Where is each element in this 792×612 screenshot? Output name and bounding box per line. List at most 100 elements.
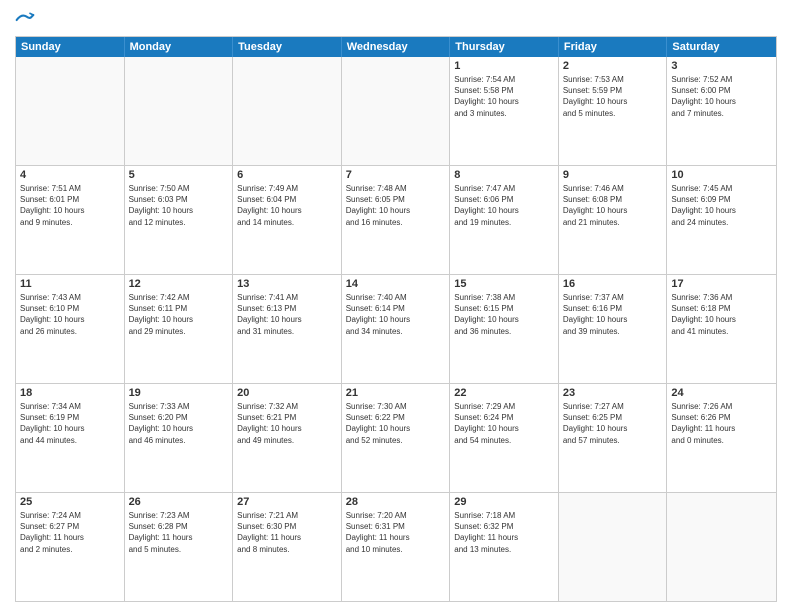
day-cell-19: 19 Sunrise: 7:33 AM Sunset: 6:20 PM Dayli… (125, 384, 234, 492)
day-cell-29: 29Sunrise: 7:18 AM Sunset: 6:32 PM Dayli… (450, 493, 559, 601)
cell-info: Sunrise: 7:38 AM Sunset: 6:15 PM Dayligh… (454, 292, 554, 337)
day-number: 6 (237, 169, 337, 181)
day-number: 1 (454, 60, 554, 72)
header-cell-monday: Monday (125, 37, 234, 57)
day-cell-13: 13 Sunrise: 7:41 AM Sunset: 6:13 PM Dayli… (233, 275, 342, 383)
day-number: 4 (20, 169, 120, 181)
day-cell-4: 4 Sunrise: 7:51 AM Sunset: 6:01 PM Daylig… (16, 166, 125, 274)
day-cell-10: 10Sunrise: 7:45 AM Sunset: 6:09 PM Dayli… (667, 166, 776, 274)
header-cell-friday: Friday (559, 37, 668, 57)
day-number: 11 (20, 278, 120, 290)
day-cell-20: 20 Sunrise: 7:32 AM Sunset: 6:21 PM Dayli… (233, 384, 342, 492)
header-cell-saturday: Saturday (667, 37, 776, 57)
day-number: 21 (346, 387, 446, 399)
calendar-row-4: 25 Sunrise: 7:24 AM Sunset: 6:27 PM Dayli… (16, 493, 776, 601)
cell-info: Sunrise: 7:45 AM Sunset: 6:09 PM Dayligh… (671, 183, 772, 228)
empty-cell (559, 493, 668, 601)
day-number: 18 (20, 387, 120, 399)
cell-info: Sunrise: 7:36 AM Sunset: 6:18 PM Dayligh… (671, 292, 772, 337)
day-number: 22 (454, 387, 554, 399)
day-cell-15: 15 Sunrise: 7:38 AM Sunset: 6:15 PM Dayli… (450, 275, 559, 383)
day-number: 16 (563, 278, 663, 290)
cell-info: Sunrise: 7:34 AM Sunset: 6:19 PM Dayligh… (20, 401, 120, 446)
day-cell-5: 5Sunrise: 7:50 AM Sunset: 6:03 PM Daylig… (125, 166, 234, 274)
day-cell-26: 26 Sunrise: 7:23 AM Sunset: 6:28 PM Dayli… (125, 493, 234, 601)
day-number: 17 (671, 278, 772, 290)
day-cell-11: 11 Sunrise: 7:43 AM Sunset: 6:10 PM Dayli… (16, 275, 125, 383)
day-cell-12: 12 Sunrise: 7:42 AM Sunset: 6:11 PM Dayli… (125, 275, 234, 383)
cell-info: Sunrise: 7:32 AM Sunset: 6:21 PM Dayligh… (237, 401, 337, 446)
logo (15, 10, 39, 30)
day-cell-27: 27 Sunrise: 7:21 AM Sunset: 6:30 PM Dayli… (233, 493, 342, 601)
day-number: 12 (129, 278, 229, 290)
day-number: 14 (346, 278, 446, 290)
cell-info: Sunrise: 7:43 AM Sunset: 6:10 PM Dayligh… (20, 292, 120, 337)
empty-cell (342, 57, 451, 165)
cell-info: Sunrise: 7:46 AM Sunset: 6:08 PM Dayligh… (563, 183, 663, 228)
cell-info: Sunrise: 7:27 AM Sunset: 6:25 PM Dayligh… (563, 401, 663, 446)
day-number: 13 (237, 278, 337, 290)
day-number: 8 (454, 169, 554, 181)
cell-info: Sunrise: 7:20 AM Sunset: 6:31 PM Dayligh… (346, 510, 446, 555)
cell-info: Sunrise: 7:49 AM Sunset: 6:04 PM Dayligh… (237, 183, 337, 228)
cell-info: Sunrise: 7:54 AM Sunset: 5:58 PM Dayligh… (454, 74, 554, 119)
logo-icon (15, 10, 35, 30)
header-cell-thursday: Thursday (450, 37, 559, 57)
calendar-header: SundayMondayTuesdayWednesdayThursdayFrid… (16, 37, 776, 57)
calendar-row-3: 18 Sunrise: 7:34 AM Sunset: 6:19 PM Dayli… (16, 384, 776, 493)
day-number: 19 (129, 387, 229, 399)
header-cell-wednesday: Wednesday (342, 37, 451, 57)
cell-info: Sunrise: 7:18 AM Sunset: 6:32 PM Dayligh… (454, 510, 554, 555)
header-cell-tuesday: Tuesday (233, 37, 342, 57)
cell-info: Sunrise: 7:29 AM Sunset: 6:24 PM Dayligh… (454, 401, 554, 446)
day-cell-21: 21 Sunrise: 7:30 AM Sunset: 6:22 PM Dayli… (342, 384, 451, 492)
calendar: SundayMondayTuesdayWednesdayThursdayFrid… (15, 36, 777, 602)
cell-info: Sunrise: 7:37 AM Sunset: 6:16 PM Dayligh… (563, 292, 663, 337)
calendar-row-1: 4 Sunrise: 7:51 AM Sunset: 6:01 PM Daylig… (16, 166, 776, 275)
empty-cell (233, 57, 342, 165)
day-cell-8: 8 Sunrise: 7:47 AM Sunset: 6:06 PM Daylig… (450, 166, 559, 274)
day-cell-14: 14 Sunrise: 7:40 AM Sunset: 6:14 PM Dayli… (342, 275, 451, 383)
day-number: 25 (20, 496, 120, 508)
cell-info: Sunrise: 7:40 AM Sunset: 6:14 PM Dayligh… (346, 292, 446, 337)
day-number: 24 (671, 387, 772, 399)
day-number: 26 (129, 496, 229, 508)
header-cell-sunday: Sunday (16, 37, 125, 57)
day-cell-28: 28 Sunrise: 7:20 AM Sunset: 6:31 PM Dayli… (342, 493, 451, 601)
day-cell-25: 25 Sunrise: 7:24 AM Sunset: 6:27 PM Dayli… (16, 493, 125, 601)
day-cell-9: 9 Sunrise: 7:46 AM Sunset: 6:08 PM Daylig… (559, 166, 668, 274)
cell-info: Sunrise: 7:47 AM Sunset: 6:06 PM Dayligh… (454, 183, 554, 228)
day-cell-18: 18 Sunrise: 7:34 AM Sunset: 6:19 PM Dayli… (16, 384, 125, 492)
day-number: 20 (237, 387, 337, 399)
day-number: 15 (454, 278, 554, 290)
day-number: 5 (129, 169, 229, 181)
day-cell-16: 16 Sunrise: 7:37 AM Sunset: 6:16 PM Dayli… (559, 275, 668, 383)
empty-cell (667, 493, 776, 601)
day-number: 28 (346, 496, 446, 508)
day-number: 27 (237, 496, 337, 508)
day-cell-17: 17 Sunrise: 7:36 AM Sunset: 6:18 PM Dayli… (667, 275, 776, 383)
day-number: 2 (563, 60, 663, 72)
day-number: 3 (671, 60, 772, 72)
cell-info: Sunrise: 7:30 AM Sunset: 6:22 PM Dayligh… (346, 401, 446, 446)
cell-info: Sunrise: 7:23 AM Sunset: 6:28 PM Dayligh… (129, 510, 229, 555)
cell-info: Sunrise: 7:24 AM Sunset: 6:27 PM Dayligh… (20, 510, 120, 555)
day-cell-1: 1 Sunrise: 7:54 AM Sunset: 5:58 PM Daylig… (450, 57, 559, 165)
cell-info: Sunrise: 7:21 AM Sunset: 6:30 PM Dayligh… (237, 510, 337, 555)
cell-info: Sunrise: 7:26 AM Sunset: 6:26 PM Dayligh… (671, 401, 772, 446)
day-cell-7: 7 Sunrise: 7:48 AM Sunset: 6:05 PM Daylig… (342, 166, 451, 274)
calendar-row-0: 1 Sunrise: 7:54 AM Sunset: 5:58 PM Daylig… (16, 57, 776, 166)
cell-info: Sunrise: 7:51 AM Sunset: 6:01 PM Dayligh… (20, 183, 120, 228)
cell-info: Sunrise: 7:42 AM Sunset: 6:11 PM Dayligh… (129, 292, 229, 337)
day-cell-3: 3 Sunrise: 7:52 AM Sunset: 6:00 PM Daylig… (667, 57, 776, 165)
cell-info: Sunrise: 7:53 AM Sunset: 5:59 PM Dayligh… (563, 74, 663, 119)
calendar-row-2: 11 Sunrise: 7:43 AM Sunset: 6:10 PM Dayli… (16, 275, 776, 384)
day-number: 9 (563, 169, 663, 181)
empty-cell (125, 57, 234, 165)
cell-info: Sunrise: 7:33 AM Sunset: 6:20 PM Dayligh… (129, 401, 229, 446)
cell-info: Sunrise: 7:52 AM Sunset: 6:00 PM Dayligh… (671, 74, 772, 119)
cell-info: Sunrise: 7:41 AM Sunset: 6:13 PM Dayligh… (237, 292, 337, 337)
day-number: 7 (346, 169, 446, 181)
cell-info: Sunrise: 7:48 AM Sunset: 6:05 PM Dayligh… (346, 183, 446, 228)
empty-cell (16, 57, 125, 165)
